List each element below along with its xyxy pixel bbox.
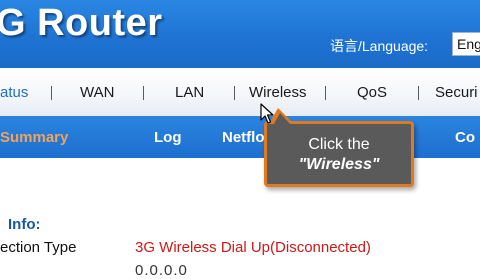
section-title: Info:: [8, 216, 41, 233]
callout-text: Click the: [308, 136, 370, 153]
nav-item-status[interactable]: atus: [0, 84, 28, 101]
nav-item-qos[interactable]: QoS: [357, 84, 387, 101]
mouse-pointer-icon: [260, 103, 274, 124]
instruction-callout: Click the "Wireless": [264, 121, 414, 187]
nav-item-security[interactable]: Securi: [435, 84, 478, 101]
language-label: 语言/Language:: [330, 38, 429, 54]
nav-separator: [51, 86, 52, 100]
language-select[interactable]: Eng: [452, 32, 480, 56]
subnav-item-netflow[interactable]: Netflo: [222, 129, 265, 146]
nav-separator: [234, 86, 235, 100]
nav-item-wan[interactable]: WAN: [80, 84, 114, 101]
main-nav: atus WAN LAN Wireless QoS Securi: [0, 68, 480, 116]
subnav-item-log[interactable]: Log: [154, 129, 182, 146]
subnav-item-config[interactable]: Co: [455, 129, 475, 146]
callout-emphasis-text: "Wireless": [298, 156, 380, 173]
nav-item-wireless[interactable]: Wireless: [249, 84, 307, 101]
nav-separator: [143, 86, 144, 100]
connection-type-value: 3G Wireless Dial Up(Disconnected): [135, 239, 371, 256]
header-banner: G Router 语言/Language: Eng: [0, 0, 480, 68]
connection-type-label: ection Type: [0, 239, 77, 256]
ip-address-value: 0.0.0.0: [135, 262, 188, 279]
nav-item-lan[interactable]: LAN: [175, 84, 204, 101]
callout-pointer-inner: [274, 113, 290, 124]
nav-separator: [325, 86, 326, 100]
subnav-item-summary[interactable]: Summary: [0, 129, 68, 146]
router-brand-logo: G Router: [0, 2, 163, 44]
nav-separator: [418, 86, 419, 100]
